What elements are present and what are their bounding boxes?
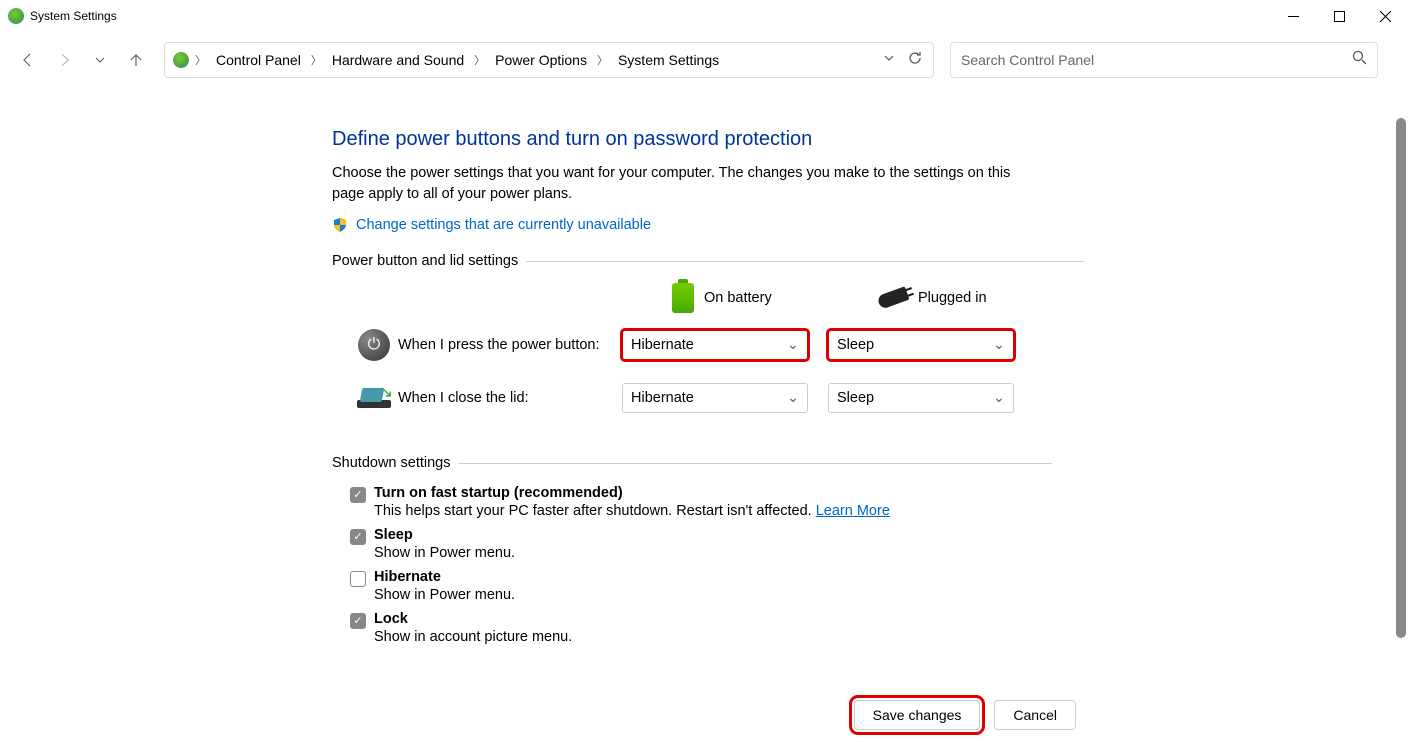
hibernate-desc: Show in Power menu. [374, 587, 1052, 603]
page-description: Choose the power settings that you want … [332, 163, 1032, 205]
plugged-column-label: Plugged in [918, 290, 987, 306]
cancel-button[interactable]: Cancel [994, 700, 1076, 730]
hibernate-title: Hibernate [374, 569, 1052, 585]
chevron-right-icon: 〉 [472, 52, 487, 68]
hibernate-checkbox[interactable] [350, 571, 366, 587]
chevron-down-icon: ⌄ [787, 390, 799, 406]
admin-link[interactable]: Change settings that are currently unava… [356, 217, 651, 233]
breadcrumb-item[interactable]: Power Options [491, 52, 591, 68]
chevron-right-icon: 〉 [193, 52, 208, 68]
shutdown-item: Hibernate Show in Power menu. [350, 569, 1052, 603]
refresh-icon[interactable] [907, 50, 923, 71]
battery-icon [672, 283, 694, 313]
titlebar: System Settings [0, 0, 1408, 32]
close-button[interactable] [1362, 0, 1408, 32]
sleep-title: Sleep [374, 527, 1052, 543]
page-title: Define power buttons and turn on passwor… [332, 128, 1052, 151]
scrollbar[interactable] [1396, 118, 1406, 638]
lock-desc: Show in account picture menu. [374, 629, 1052, 645]
fast-startup-desc: This helps start your PC faster after sh… [374, 503, 1052, 519]
breadcrumb-item[interactable]: System Settings [614, 52, 723, 68]
sleep-desc: Show in Power menu. [374, 545, 1052, 561]
shield-icon [332, 217, 348, 233]
power-button-plugged-select[interactable]: Sleep ⌄ [828, 330, 1014, 360]
plug-icon [877, 286, 910, 309]
chevron-down-icon: ⌄ [787, 337, 799, 353]
shutdown-item: Turn on fast startup (recommended) This … [350, 485, 1052, 519]
battery-column-label: On battery [704, 290, 772, 306]
group-legend: Power button and lid settings [332, 253, 526, 269]
breadcrumb-item[interactable]: Hardware and Sound [328, 52, 468, 68]
app-icon [8, 8, 24, 24]
power-button-label: When I press the power button: [398, 337, 622, 353]
recent-dropdown[interactable] [84, 44, 116, 76]
shutdown-item: Lock Show in account picture menu. [350, 611, 1052, 645]
lid-battery-select[interactable]: Hibernate ⌄ [622, 383, 808, 413]
search-box[interactable] [950, 42, 1378, 78]
breadcrumb-item[interactable]: Control Panel [212, 52, 305, 68]
back-button[interactable] [12, 44, 44, 76]
group-legend: Shutdown settings [332, 455, 459, 471]
power-button-icon [358, 329, 390, 361]
power-button-battery-select[interactable]: Hibernate ⌄ [622, 330, 808, 360]
lock-title: Lock [374, 611, 1052, 627]
footer: Save changes Cancel [854, 700, 1076, 730]
chevron-right-icon: 〉 [309, 52, 324, 68]
breadcrumb[interactable]: 〉 Control Panel 〉 Hardware and Sound 〉 P… [164, 42, 934, 78]
save-button[interactable]: Save changes [854, 700, 981, 730]
chevron-down-icon: ⌄ [993, 390, 1005, 406]
content-area: Define power buttons and turn on passwor… [332, 128, 1052, 673]
chevron-right-icon: 〉 [595, 52, 610, 68]
breadcrumb-icon [173, 52, 189, 68]
window-title: System Settings [30, 9, 117, 23]
learn-more-link[interactable]: Learn More [816, 503, 890, 519]
fast-startup-checkbox[interactable] [350, 487, 366, 503]
forward-button[interactable] [48, 44, 80, 76]
up-button[interactable] [120, 44, 152, 76]
sleep-checkbox[interactable] [350, 529, 366, 545]
power-button-group: Power button and lid settings On battery… [332, 253, 1084, 435]
chevron-down-icon: ⌄ [993, 337, 1005, 353]
search-icon[interactable] [1352, 50, 1367, 70]
lock-checkbox[interactable] [350, 613, 366, 629]
shutdown-item: Sleep Show in Power menu. [350, 527, 1052, 561]
fast-startup-title: Turn on fast startup (recommended) [374, 485, 1052, 501]
address-dropdown-icon[interactable] [883, 51, 895, 69]
navbar: 〉 Control Panel 〉 Hardware and Sound 〉 P… [0, 32, 1408, 88]
lid-plugged-select[interactable]: Sleep ⌄ [828, 383, 1014, 413]
lid-label: When I close the lid: [398, 390, 622, 406]
search-input[interactable] [961, 52, 1341, 68]
maximize-button[interactable] [1316, 0, 1362, 32]
minimize-button[interactable] [1270, 0, 1316, 32]
shutdown-group: Shutdown settings Turn on fast startup (… [332, 455, 1052, 653]
lid-icon: ↘ [357, 388, 391, 408]
